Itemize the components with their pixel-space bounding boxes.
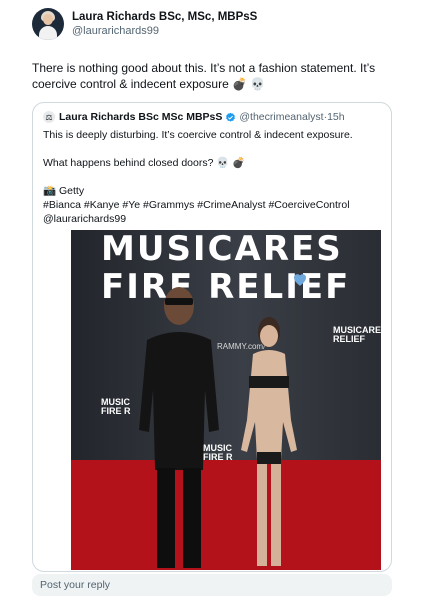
quoted-line-2: What happens behind closed doors? 💀 💣 [43,157,246,169]
quoted-tweet-body: This is deeply disturbing. It’s coercive… [43,128,383,226]
banner-text-1: MUSICARES [101,230,343,269]
quoted-hashtags[interactable]: #Bianca #Kanye #Ye #Grammys #CrimeAnalys… [43,198,383,212]
side-logo-2: MUSICARES RELIEF [333,325,381,344]
quoted-line-1: This is deeply disturbing. It’s coercive… [43,129,353,141]
photo-person-woman [241,317,297,566]
author-display-name[interactable]: Laura Richards BSc, MSc, MBPsS [72,10,257,24]
verified-badge-icon [225,112,236,123]
tweet-text: There is nothing good about this. It’s n… [32,61,376,91]
photo-person-man [139,287,219,568]
quoted-author-avatar[interactable]: ⚖ [43,111,55,123]
quoted-tweet[interactable]: ⚖ Laura Richards BSc MSc MBPsS @thecrime… [32,102,392,572]
tweet-header: Laura Richards BSc, MSc, MBPsS @lauraric… [32,8,257,40]
quoted-line-3: 📸 Getty [43,185,85,197]
author-avatar[interactable] [32,8,64,40]
quoted-mention[interactable]: @laurarichards99 [43,212,383,226]
author-handle[interactable]: @laurarichards99 [72,24,257,38]
quoted-author-name[interactable]: Laura Richards BSc MSc MBPsS [59,111,222,123]
reply-input[interactable]: Post your reply [32,574,392,596]
tweet-photo[interactable]: MUSICARES FIRE RELIEF RAMMY.com/ MUSIC F… [71,230,381,570]
quoted-timestamp[interactable]: 15h [327,111,345,123]
quoted-author-handle[interactable]: @thecrimeanalyst [239,111,323,123]
quoted-tweet-header: ⚖ Laura Richards BSc MSc MBPsS @thecrime… [43,111,345,123]
heart-logo-icon [294,274,306,286]
